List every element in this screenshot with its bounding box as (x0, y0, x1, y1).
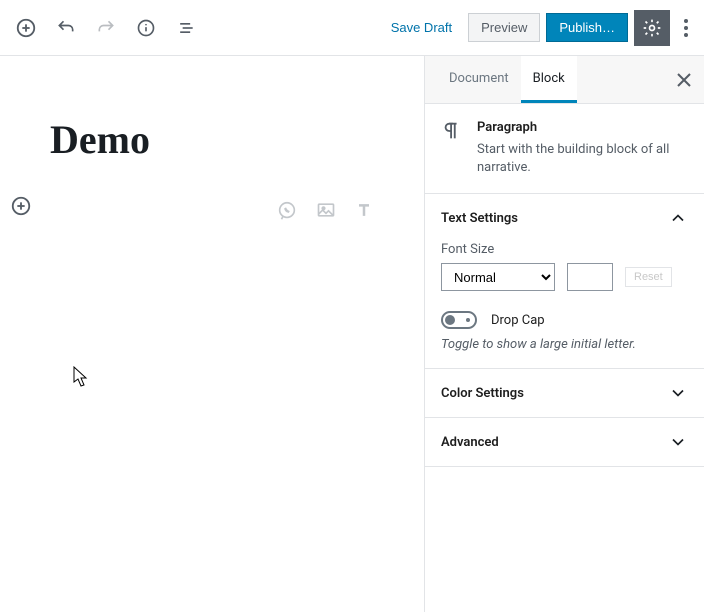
outline-icon (176, 18, 196, 38)
vertical-dots-icon (684, 19, 688, 37)
redo-icon (96, 18, 116, 38)
block-suggestion-icons (276, 200, 374, 226)
panel-title: Text Settings (441, 211, 518, 226)
panel-title: Color Settings (441, 386, 524, 401)
sidebar-close-button[interactable] (664, 56, 704, 103)
outline-button[interactable] (168, 10, 204, 46)
top-toolbar: Save Draft Preview Publish… (0, 0, 704, 56)
mouse-cursor-icon (73, 366, 89, 388)
inline-add-button[interactable] (10, 195, 32, 221)
font-size-label: Font Size (441, 242, 688, 257)
color-settings-toggle[interactable]: Color Settings (425, 369, 704, 417)
settings-button[interactable] (634, 10, 670, 46)
undo-icon (56, 18, 76, 38)
paragraph-icon (441, 120, 463, 177)
info-icon (136, 18, 156, 38)
font-size-select[interactable]: Normal (441, 263, 555, 291)
save-draft-button[interactable]: Save Draft (381, 14, 462, 41)
more-options-button[interactable] (676, 10, 696, 46)
editor-canvas[interactable]: Demo (0, 56, 424, 612)
post-title[interactable]: Demo (50, 116, 374, 163)
close-icon (677, 73, 691, 87)
tab-block[interactable]: Block (521, 56, 577, 103)
text-settings-panel: Text Settings Font Size Normal Reset (425, 194, 704, 369)
empty-paragraph-block[interactable] (50, 193, 374, 233)
chevron-down-icon (668, 383, 688, 403)
font-size-reset-button[interactable]: Reset (625, 267, 672, 287)
font-size-input[interactable] (567, 263, 613, 291)
block-description: Start with the building block of all nar… (477, 141, 688, 177)
drop-cap-hint: Toggle to show a large initial letter. (441, 337, 688, 352)
tab-document[interactable]: Document (437, 56, 521, 103)
toolbar-left (8, 10, 204, 46)
plus-circle-icon (15, 17, 37, 39)
color-settings-panel: Color Settings (425, 369, 704, 418)
advanced-panel: Advanced (425, 418, 704, 467)
info-button[interactable] (128, 10, 164, 46)
plus-circle-icon (10, 195, 32, 217)
publish-button[interactable]: Publish… (546, 13, 628, 42)
sidebar-tabs: Document Block (425, 56, 704, 104)
add-block-button[interactable] (8, 10, 44, 46)
undo-button[interactable] (48, 10, 84, 46)
gear-icon (642, 18, 662, 38)
drop-cap-label: Drop Cap (491, 313, 545, 328)
advanced-toggle[interactable]: Advanced (425, 418, 704, 466)
toggle-dot (466, 318, 470, 322)
panel-title: Advanced (441, 435, 499, 450)
chevron-down-icon (668, 432, 688, 452)
drop-cap-toggle[interactable] (441, 311, 477, 329)
text-settings-toggle[interactable]: Text Settings (425, 194, 704, 242)
block-title: Paragraph (477, 120, 688, 135)
redo-button[interactable] (88, 10, 124, 46)
settings-sidebar: Document Block Paragraph Start with the … (424, 56, 704, 612)
heading-icon[interactable] (354, 200, 374, 226)
image-icon[interactable] (316, 200, 336, 226)
preview-button[interactable]: Preview (468, 13, 540, 42)
chevron-up-icon (668, 208, 688, 228)
toggle-knob (445, 315, 455, 325)
toolbar-right: Save Draft Preview Publish… (381, 10, 696, 46)
whatsapp-icon[interactable] (276, 200, 298, 226)
main-area: Demo Document Block (0, 56, 704, 612)
block-info-panel: Paragraph Start with the building block … (425, 104, 704, 194)
